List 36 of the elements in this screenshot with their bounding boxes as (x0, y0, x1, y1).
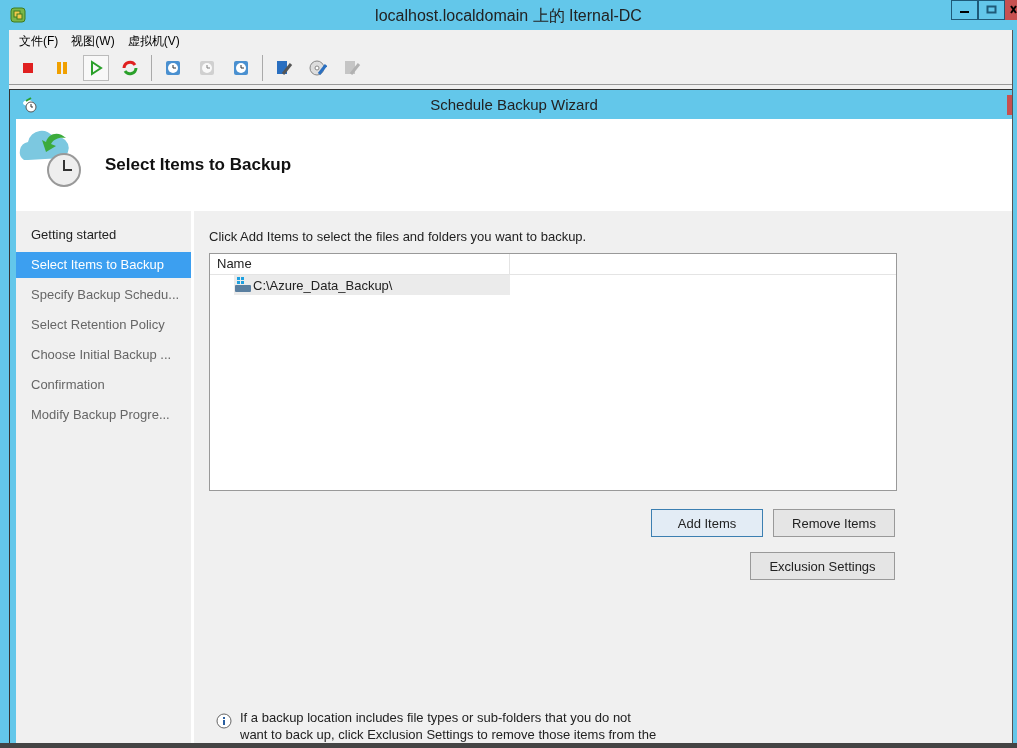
disc-icon (309, 59, 327, 77)
clock-icon (164, 59, 182, 77)
column-header[interactable]: Name (210, 254, 510, 274)
drive-icon (234, 277, 252, 293)
reset-icon (121, 59, 139, 77)
instruction-text: Click Add Items to select the files and folders you want to backup. (209, 229, 588, 244)
info-icon (216, 713, 232, 729)
close-button[interactable] (1005, 0, 1017, 20)
menu-item[interactable]: 文件(F) (19, 32, 59, 50)
play-button[interactable] (83, 55, 109, 81)
menu-item[interactable]: 视图(W) (71, 32, 115, 50)
action-button[interactable]: Remove Items (773, 509, 895, 537)
folder-path: C:\Azure_Data_Backup\ (253, 277, 393, 293)
window-title: localhost.localdomain 上的 Iternal-DC (375, 6, 642, 26)
wizard-step[interactable]: Confirmation (16, 372, 191, 398)
wizard-title: Schedule Backup Wizard (430, 96, 598, 113)
wizard-step[interactable]: Modify Backup Progre... (16, 402, 191, 428)
minimize-button[interactable] (951, 0, 978, 20)
wizard-step[interactable]: Choose Initial Backup ... (16, 342, 191, 368)
wizard-icon (22, 96, 38, 113)
wizard-step[interactable]: Specify Backup Schedu... (16, 282, 191, 308)
action-button[interactable]: Add Items (651, 509, 763, 537)
clock-icon (232, 59, 250, 77)
tool-icon (275, 59, 293, 77)
menu-item[interactable]: 虚拟机(V) (127, 32, 180, 50)
wizard-step[interactable]: Getting started (16, 222, 191, 248)
wizard-step[interactable]: Select Retention Policy (16, 312, 191, 338)
close-button[interactable] (1007, 94, 1012, 115)
exclusion-settings-button[interactable]: Exclusion Settings (750, 552, 895, 580)
tool-icon (343, 59, 361, 77)
info-text: If a backup location includes file types or sub-folders that you do not want to back up, click Exclusion Settings to remove those items from the (240, 709, 657, 743)
app-icon (10, 7, 26, 23)
maximize-button[interactable] (978, 0, 1005, 20)
page-heading: Select Items to Backup (105, 155, 292, 175)
table-row[interactable]: C:\Azure_Data_Backup\ (234, 275, 510, 295)
clock-icon (198, 59, 216, 77)
